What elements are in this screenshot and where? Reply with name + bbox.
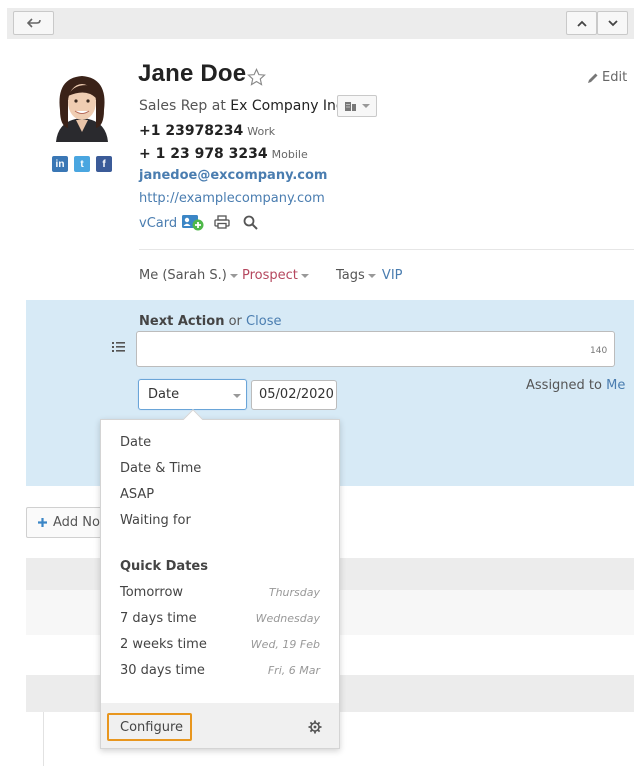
owner-dropdown[interactable]: Me (Sarah S.) (139, 268, 238, 283)
char-counter: 140 (590, 346, 608, 356)
menu-item-date[interactable]: Date (120, 435, 151, 450)
job-title: Sales Rep at Ex Company Inc (139, 98, 344, 114)
gear-icon[interactable] (308, 720, 322, 734)
quick-date-tomorrow-day: Thursday (268, 586, 320, 599)
caret-down-icon (233, 394, 241, 398)
top-toolbar (7, 8, 634, 39)
phone-work-label: Work (247, 125, 276, 138)
back-button[interactable] (13, 11, 54, 35)
quick-date-30-days[interactable]: 30 days time (120, 663, 205, 678)
configure-label: Configure (120, 719, 184, 735)
status-label: Prospect (242, 268, 298, 283)
caret-down-icon (300, 273, 309, 278)
phone-mobile-number: + 1 23 978 3234 (139, 146, 268, 162)
search-icon[interactable] (243, 215, 258, 230)
quick-date-30-days-day: Fri, 6 Mar (267, 664, 320, 677)
menu-item-date-time[interactable]: Date & Time (120, 461, 201, 476)
phone-mobile-label: Mobile (271, 148, 308, 161)
assigned-to: Assigned to Me (526, 378, 625, 393)
caret-down-icon (367, 273, 376, 278)
print-icon[interactable] (214, 215, 230, 229)
quick-date-7-days[interactable]: 7 days time (120, 611, 197, 626)
email-link[interactable]: janedoe@excompany.com (139, 168, 327, 183)
company-card-icon (345, 102, 356, 111)
edit-button[interactable]: Edit (587, 70, 627, 85)
list-icon[interactable] (112, 341, 125, 352)
phone-mobile[interactable]: + 1 23 978 3234 Mobile (139, 146, 308, 162)
quick-date-2-weeks-day: Wed, 19 Feb (250, 638, 320, 651)
tags-dropdown[interactable]: Tags VIP (336, 268, 403, 283)
previous-button[interactable] (566, 11, 597, 35)
chevron-up-icon (576, 20, 587, 27)
vcard-link[interactable]: vCard (139, 216, 177, 231)
divider (139, 249, 634, 250)
date-type-value: Date (148, 387, 180, 402)
title-prefix: Sales Rep at (139, 98, 226, 114)
edit-label: Edit (602, 70, 628, 85)
star-icon[interactable] (247, 68, 266, 86)
chevron-down-icon (607, 19, 618, 26)
quick-date-tomorrow[interactable]: Tomorrow (120, 585, 183, 600)
status-dropdown[interactable]: Prospect (242, 268, 309, 283)
tags-label: Tags (336, 268, 365, 283)
phone-work[interactable]: +1 23978234 Work (139, 123, 275, 139)
avatar (46, 70, 118, 142)
next-action-header: Next Action or Close (139, 314, 281, 329)
owner-label: Me (Sarah S.) (139, 268, 227, 283)
linkedin-icon[interactable]: in (52, 156, 68, 172)
next-action-title: Next Action (139, 314, 225, 329)
contact-name: Jane Doe (138, 60, 247, 87)
quick-dates-header: Quick Dates (120, 559, 208, 574)
company-name[interactable]: Ex Company Inc (230, 98, 343, 114)
menu-item-asap[interactable]: ASAP (120, 487, 154, 502)
next-button[interactable] (597, 11, 628, 35)
caret-down-icon (229, 273, 238, 278)
add-contact-icon[interactable] (181, 214, 205, 231)
quick-date-7-days-day: Wednesday (255, 612, 320, 625)
or-text: or (228, 314, 242, 329)
facebook-icon[interactable]: f (96, 156, 112, 172)
add-note-label: Add Not (53, 515, 106, 530)
quick-date-2-weeks[interactable]: 2 weeks time (120, 637, 207, 652)
assigned-label: Assigned to (526, 378, 602, 393)
configure-button[interactable]: Configure (107, 713, 192, 741)
next-action-input[interactable] (136, 331, 615, 367)
date-value: 05/02/2020 (259, 387, 334, 402)
close-link[interactable]: Close (246, 314, 281, 329)
company-card-button[interactable] (337, 95, 377, 117)
tag-vip[interactable]: VIP (382, 268, 403, 283)
twitter-icon[interactable]: t (74, 156, 90, 172)
menu-item-waiting-for[interactable]: Waiting for (120, 513, 191, 528)
website-link[interactable]: http://examplecompany.com (139, 191, 325, 206)
back-icon (26, 18, 41, 28)
assigned-user-link[interactable]: Me (606, 378, 625, 393)
caret-down-icon (362, 104, 370, 108)
section-rule (43, 712, 44, 766)
phone-work-number: +1 23978234 (139, 123, 244, 139)
plus-icon (38, 518, 47, 527)
pencil-icon (588, 73, 598, 83)
